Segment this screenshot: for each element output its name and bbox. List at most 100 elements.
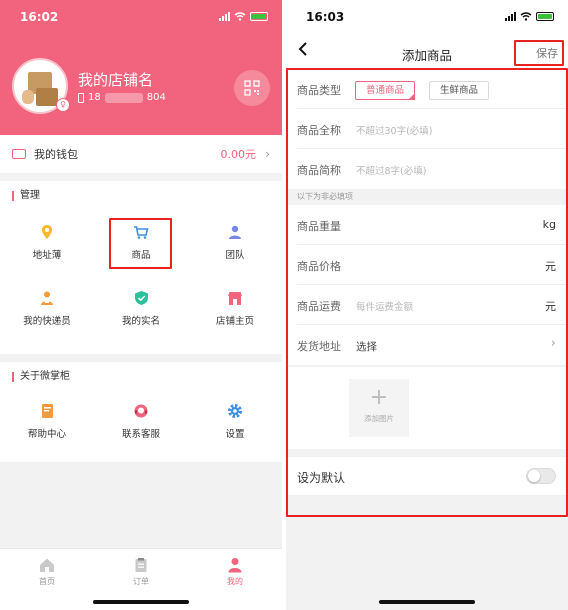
tab-orders[interactable]: 订单 <box>94 557 188 587</box>
shipping-fee-row[interactable]: 商品运费 每件运费金额 元 <box>286 285 568 325</box>
grid-item-team[interactable]: 团队 <box>188 223 282 261</box>
grid-item-label: 设置 <box>225 429 245 440</box>
battery-icon <box>250 12 268 21</box>
wallet-label: 我的钱包 <box>34 148 78 161</box>
full-name-label: 商品全称 <box>297 124 341 137</box>
grid-item-label: 我的快递员 <box>23 316 71 327</box>
short-name-row[interactable]: 商品简称 不超过8字(必填) <box>286 149 568 189</box>
my-account-screen: 16:02 ♀ 我的店铺名 18 804 我的钱包 0.00元 › 管理 地址薄… <box>0 0 282 610</box>
weight-label: 商品重量 <box>297 220 341 233</box>
type-option-normal[interactable]: 普通商品 <box>355 81 416 100</box>
add-image-label: 添加图片 <box>364 414 394 423</box>
grid-item-customer-service[interactable]: 联系客服 <box>94 402 188 440</box>
status-icons <box>505 12 554 21</box>
chevron-right-icon: › <box>265 147 270 161</box>
team-icon <box>226 223 244 241</box>
full-name-input[interactable]: 不超过30字(必填) <box>356 123 433 137</box>
gear-icon <box>226 402 244 420</box>
grid-item-shop-home[interactable]: 店铺主页 <box>188 289 282 327</box>
save-button[interactable]: 保存 <box>536 45 558 61</box>
optional-fields-hint: 以下为非必填项 <box>286 189 568 205</box>
home-indicator <box>93 600 189 604</box>
grid-item-products[interactable]: 商品 <box>94 223 188 261</box>
shipping-fee-label: 商品运费 <box>297 300 341 313</box>
about-section: 关于微掌柜 帮助中心 联系客服 设置 <box>0 362 282 462</box>
wifi-icon <box>520 12 532 21</box>
short-name-input[interactable]: 不超过8字(必填) <box>356 163 426 177</box>
wallet-icon <box>12 149 26 159</box>
status-bar: 16:03 <box>286 0 568 36</box>
plus-icon: + <box>369 385 389 410</box>
grid-item-help-center[interactable]: 帮助中心 <box>0 402 94 440</box>
battery-icon <box>536 12 554 21</box>
tab-home[interactable]: 首页 <box>0 557 94 587</box>
price-label: 商品价格 <box>297 260 341 273</box>
avatar-badge-icon: ♀ <box>56 98 70 112</box>
grid-item-label: 地址薄 <box>32 250 62 261</box>
nav-bar: 16:03 添加商品 保存 <box>286 0 568 68</box>
grid-item-address-book[interactable]: 地址薄 <box>0 223 94 261</box>
location-pin-icon <box>38 223 56 241</box>
set-default-row: 设为默认 <box>286 457 568 495</box>
cart-icon <box>132 223 150 241</box>
help-book-icon <box>38 402 56 420</box>
set-default-toggle[interactable] <box>526 468 556 484</box>
cellular-signal-icon <box>219 12 230 21</box>
shipping-fee-unit: 元 <box>545 300 556 313</box>
tab-mine[interactable]: 我的 <box>188 557 282 587</box>
tab-label: 订单 <box>133 577 149 586</box>
grid-item-label: 店铺主页 <box>215 316 254 327</box>
ship-from-address-label: 发货地址 <box>297 340 341 353</box>
manage-section: 管理 地址薄 商品 团队 我的快递员 我的实名 店铺主页 <box>0 181 282 354</box>
grid-item-my-verification[interactable]: 我的实名 <box>94 289 188 327</box>
qr-code-button[interactable] <box>234 70 270 106</box>
tab-label: 我的 <box>227 577 243 586</box>
toggle-knob <box>528 470 540 482</box>
cellular-signal-icon <box>505 12 516 21</box>
qr-code-icon <box>244 80 260 96</box>
profile-icon <box>227 557 243 573</box>
price-row[interactable]: 商品价格 元 <box>286 245 568 285</box>
price-unit: 元 <box>545 260 556 273</box>
home-indicator <box>379 600 475 604</box>
ship-from-address-row[interactable]: 发货地址 选择 › <box>286 325 568 365</box>
phone-number: 18 804 <box>78 92 166 103</box>
phone-mask <box>104 92 143 103</box>
home-icon <box>39 557 55 573</box>
manage-section-title: 管理 <box>12 191 40 201</box>
ship-from-address-select[interactable]: 选择 <box>356 339 377 354</box>
type-option-fresh[interactable]: 生鲜商品 <box>429 81 490 100</box>
product-type-row: 商品类型 普通商品 生鲜商品 <box>286 69 568 109</box>
page-title: 添加商品 <box>401 48 452 63</box>
mobile-phone-icon <box>78 92 84 103</box>
wallet-row[interactable]: 我的钱包 0.00元 › <box>0 135 282 173</box>
tab-label: 首页 <box>39 577 55 586</box>
grid-item-label: 帮助中心 <box>27 429 66 440</box>
add-image-button[interactable]: + 添加图片 <box>349 379 409 437</box>
weight-row[interactable]: 商品重量 kg <box>286 205 568 245</box>
courier-icon <box>38 289 56 307</box>
grid-item-settings[interactable]: 设置 <box>188 402 282 440</box>
wifi-icon <box>234 12 246 21</box>
storefront-icon <box>226 289 244 307</box>
chevron-right-icon: › <box>550 336 556 351</box>
profile-header: 16:02 ♀ 我的店铺名 18 804 <box>0 0 282 135</box>
shop-name[interactable]: 我的店铺名 <box>78 69 153 90</box>
add-product-screen: 16:03 添加商品 保存 商品类型 普通商品 生鲜商品 商品全称 不超过30字… <box>286 0 568 610</box>
status-time: 16:03 <box>306 10 345 24</box>
bottom-tab-bar: 首页 订单 我的 <box>0 548 282 610</box>
about-section-title: 关于微掌柜 <box>12 372 70 382</box>
shipping-fee-input[interactable]: 每件运费金额 <box>356 299 413 313</box>
verified-shield-icon <box>132 289 150 307</box>
grid-item-my-courier[interactable]: 我的快递员 <box>0 289 94 327</box>
status-icons <box>219 12 268 21</box>
phone-suffix: 804 <box>146 92 166 103</box>
grid-item-label: 团队 <box>225 250 245 261</box>
phone-prefix: 18 <box>88 92 101 103</box>
wallet-balance: 0.00元 <box>220 148 257 161</box>
grid-item-label: 商品 <box>131 250 151 261</box>
full-name-row[interactable]: 商品全称 不超过30字(必填) <box>286 109 568 149</box>
grid-item-label: 我的实名 <box>121 316 160 327</box>
set-default-label: 设为默认 <box>297 471 346 485</box>
customer-service-icon <box>132 402 150 420</box>
